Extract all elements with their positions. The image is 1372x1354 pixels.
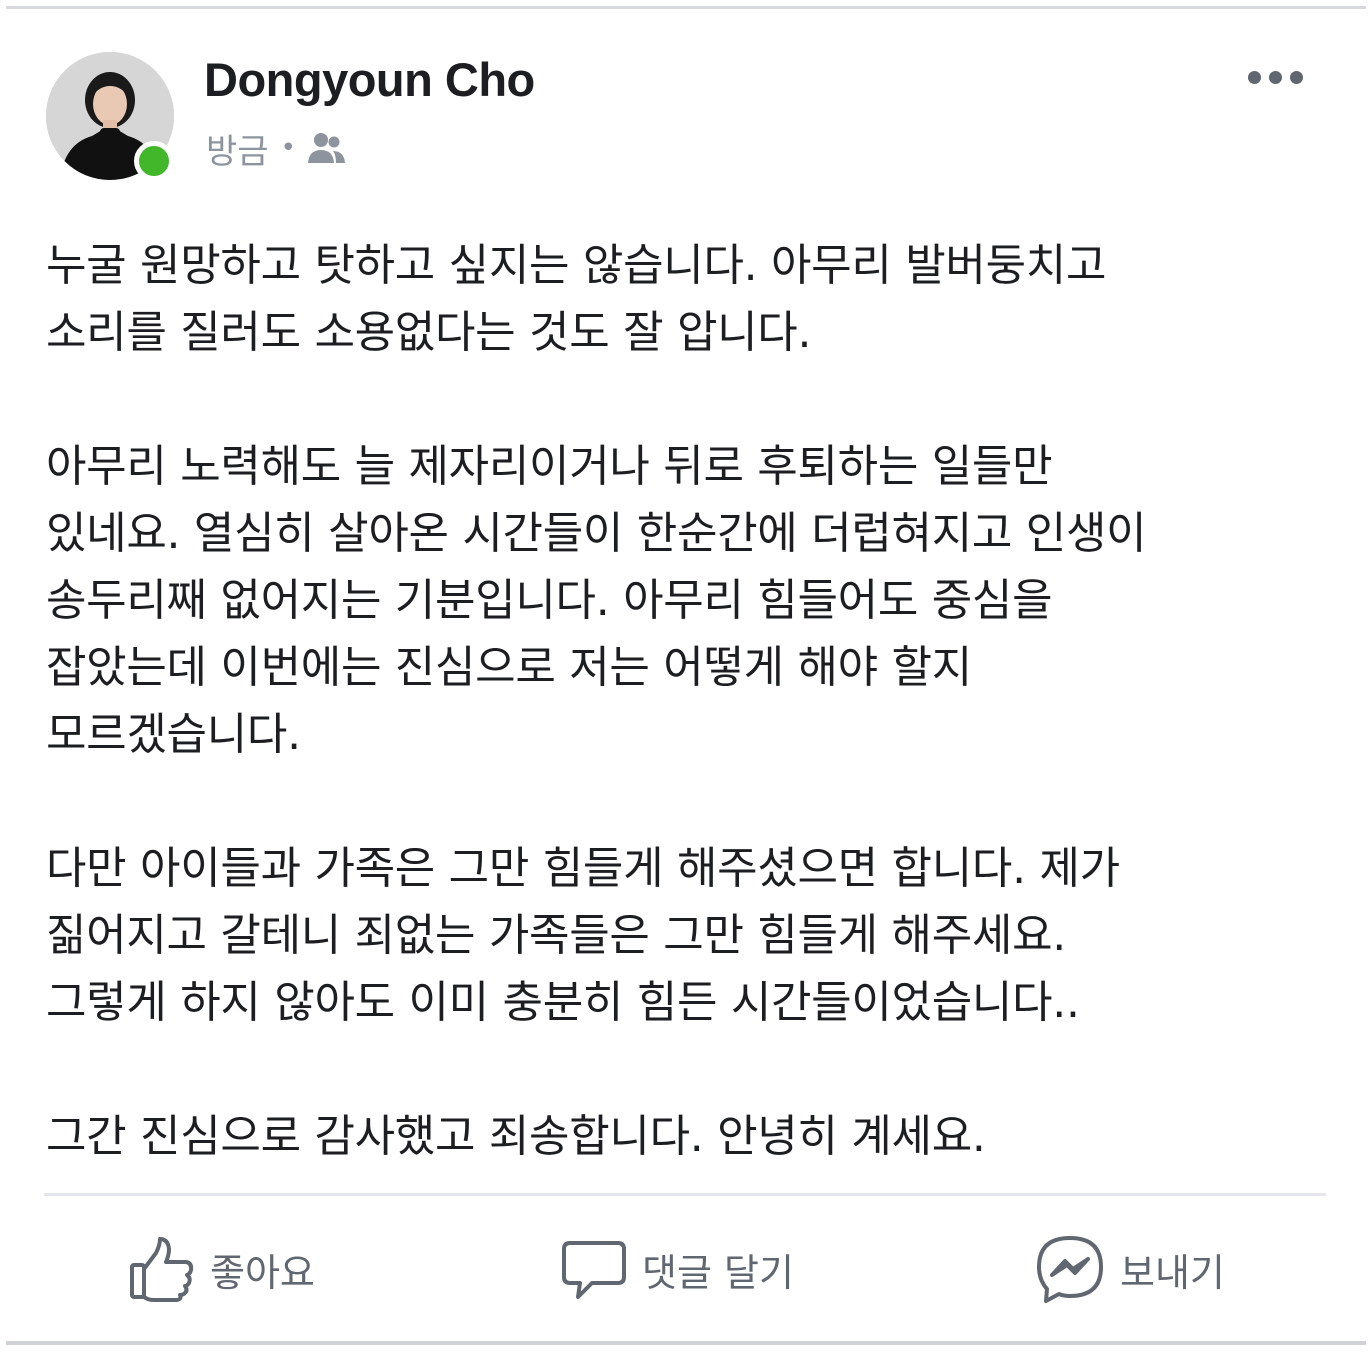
post-paragraph: 누굴 원망하고 탓하고 싶지는 않습니다. 아무리 발버둥치고 소리를 질러도 … [46, 240, 1107, 358]
post-card: Dongyoun Cho 방금 • 누굴 원망하고 탓하고 싶지는 않습니다. … [0, 0, 1372, 1354]
thumbs-up-icon [128, 1235, 196, 1303]
post-paragraph: 다만 아이들과 가족은 그만 힘들게 해주셨으면 합니다. 제가 짊어지고 갈테… [46, 843, 1120, 1028]
action-divider [44, 1193, 1326, 1196]
bottom-border [6, 1341, 1366, 1345]
online-status-dot [134, 141, 174, 181]
friends-icon[interactable] [306, 131, 346, 165]
post-meta: 방금 • [206, 124, 346, 173]
comment-bubble-icon [560, 1235, 628, 1303]
post-timestamp[interactable]: 방금 [206, 124, 269, 173]
like-button[interactable]: 좋아요 [128, 1233, 315, 1305]
more-dot [1247, 70, 1261, 84]
author-name[interactable]: Dongyoun Cho [204, 52, 535, 107]
post-paragraph: 아무리 노력해도 늘 제자리이거나 뒤로 후퇴하는 일들만 있네요. 열심히 살… [46, 441, 1147, 760]
meta-separator: • [280, 133, 296, 163]
comment-button[interactable]: 댓글 달기 [560, 1233, 794, 1305]
post-paragraph: 그간 진심으로 감사했고 죄송합니다. 안녕히 계세요. [46, 1111, 986, 1162]
top-border [6, 6, 1366, 9]
messenger-icon [1034, 1233, 1106, 1305]
send-button[interactable]: 보내기 [1034, 1233, 1225, 1305]
like-label: 좋아요 [210, 1250, 315, 1295]
post-text: 누굴 원망하고 탓하고 싶지는 않습니다. 아무리 발버둥치고 소리를 질러도 … [46, 232, 1336, 1170]
more-dot [1289, 70, 1303, 84]
more-options-icon[interactable] [1240, 60, 1310, 94]
more-dot [1268, 70, 1282, 84]
send-label: 보내기 [1120, 1250, 1225, 1295]
comment-label: 댓글 달기 [642, 1250, 794, 1295]
